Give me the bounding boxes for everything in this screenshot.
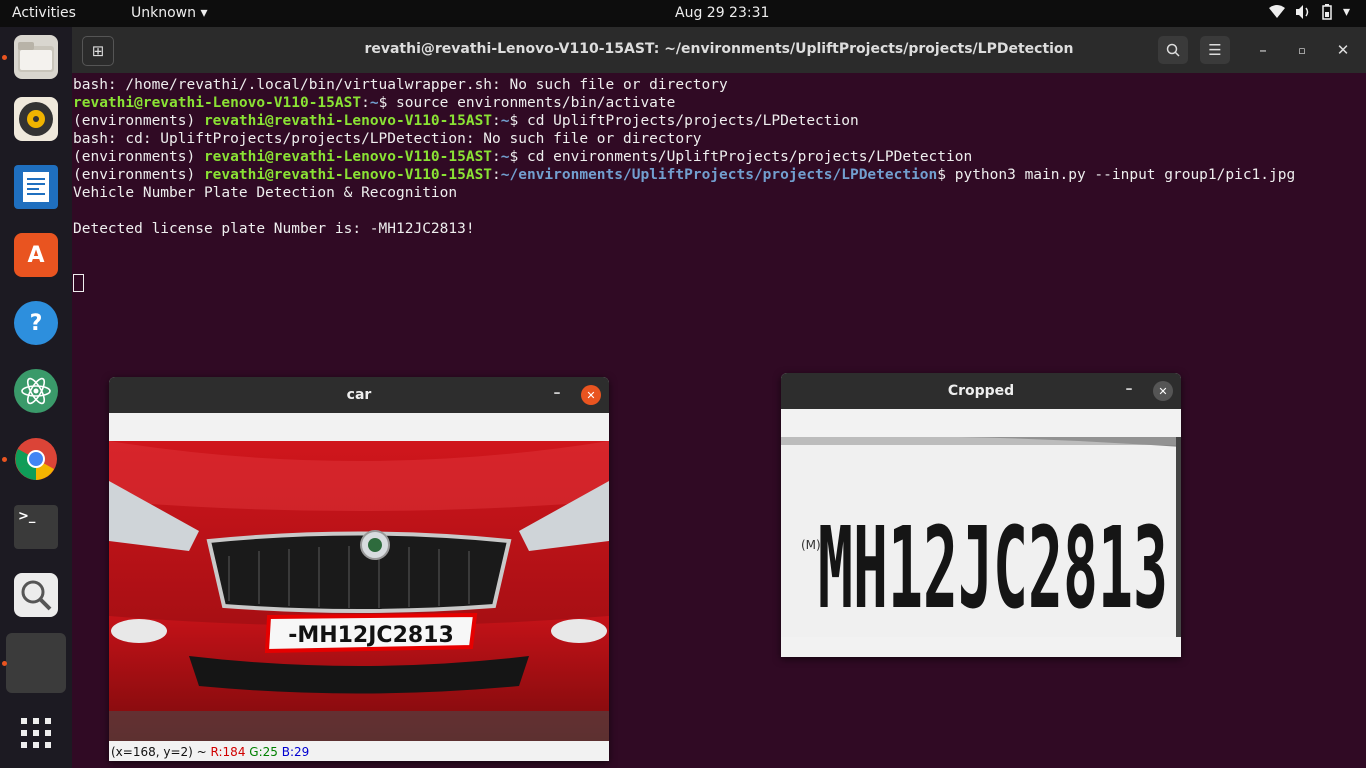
status-red: R:184	[210, 745, 246, 759]
output-line: bash: cd: UpliftProjects/projects/LPDete…	[73, 131, 702, 147]
terminal-cursor	[73, 274, 84, 292]
pixel-status-bar: (x=168, y=2) ~ R:184 G:25 B:29	[111, 745, 309, 759]
cropped-plate-image[interactable]: (M) MH12JC2813	[781, 437, 1181, 637]
menu-button[interactable]: ☰	[1200, 36, 1230, 64]
minimize-icon: –	[1259, 41, 1267, 59]
env-label: (environments)	[73, 149, 204, 165]
status-position: (x=168, y=2) ~	[111, 745, 211, 759]
minimize-button[interactable]: –	[1248, 36, 1278, 64]
app-menu[interactable]: Unknown ▾	[131, 5, 207, 21]
writer-icon	[14, 165, 58, 209]
dock-rhythmbox[interactable]	[6, 89, 66, 149]
prompt-user: revathi@revathi-Lenovo-V110-15AST	[203, 167, 493, 183]
volume-icon	[1295, 4, 1311, 24]
prompt-path: ~	[500, 149, 510, 165]
command: $ source environments/bin/activate	[378, 95, 676, 111]
activities-button[interactable]: Activities	[12, 5, 76, 21]
dock-chrome[interactable]	[2, 429, 66, 489]
magnifier-icon	[14, 573, 58, 617]
car-minimize-button[interactable]: –	[547, 385, 567, 405]
status-blue: B:29	[281, 745, 310, 759]
prompt-path: ~	[500, 113, 510, 129]
prompt-user: revathi@revathi-Lenovo-V110-15AST	[203, 113, 493, 129]
running-indicator	[2, 55, 7, 60]
terminal-header: ⊞ revathi@revathi-Lenovo-V110-15AST: ~/e…	[72, 27, 1366, 73]
prompt-path: ~/environments/UpliftProjects/projects/L…	[500, 167, 938, 183]
close-button[interactable]: ✕	[1328, 36, 1358, 64]
battery-icon	[1321, 4, 1333, 24]
chevron-down-icon: ▾	[200, 5, 208, 21]
prompt-path: ~	[369, 95, 379, 111]
status-green: G:25	[249, 745, 278, 759]
maximize-icon: ▫	[1298, 43, 1306, 57]
command: $ cd UpliftProjects/projects/LPDetection	[509, 113, 859, 129]
output-line: bash: /home/revathi/.local/bin/virtualwr…	[73, 77, 728, 93]
car-image[interactable]: -MH12JC2813	[109, 441, 609, 741]
car-window-header: car – ✕	[109, 377, 609, 413]
running-indicator	[2, 457, 7, 462]
search-icon	[1166, 43, 1180, 57]
app-menu-label: Unknown	[131, 5, 196, 21]
system-tray[interactable]: ▾	[1268, 4, 1350, 24]
dock-files[interactable]	[2, 27, 66, 87]
command: $ python3 main.py --input group1/pic1.jp…	[937, 167, 1296, 183]
minimize-icon: –	[1125, 381, 1133, 397]
minimize-icon: –	[553, 385, 561, 401]
close-icon: ✕	[1158, 384, 1168, 398]
output-line: Detected license plate Number is: -MH12J…	[73, 221, 475, 237]
dock-terminal[interactable]: >_	[6, 497, 66, 557]
cropped-window[interactable]: Cropped – ✕ (M) MH12JC2813	[781, 373, 1181, 657]
prompt-user: revathi@revathi-Lenovo-V110-15AST	[203, 149, 493, 165]
software-store-icon: A	[14, 233, 58, 277]
files-icon	[14, 35, 58, 79]
atom-icon	[14, 369, 58, 413]
help-icon: ?	[14, 301, 58, 345]
search-button[interactable]	[1158, 36, 1188, 64]
car-close-button[interactable]: ✕	[581, 385, 601, 405]
command: $ cd environments/UpliftProjects/project…	[509, 149, 973, 165]
top-bar: Activities Unknown ▾ Aug 29 23:31 ▾	[0, 0, 1366, 27]
dock-image-viewer[interactable]	[6, 565, 66, 625]
dock-help[interactable]: ?	[6, 293, 66, 353]
dock-software[interactable]: A	[6, 225, 66, 285]
rhythmbox-icon	[14, 97, 58, 141]
chrome-icon	[14, 437, 58, 481]
show-applications-button[interactable]	[6, 703, 66, 763]
car-window[interactable]: car – ✕ -MH12JC2813 (x=168, y=2) ~ R:184…	[109, 377, 609, 761]
output-line: Vehicle Number Plate Detection & Recogni…	[73, 185, 458, 201]
power-menu-icon: ▾	[1342, 4, 1350, 20]
prompt-sep: :	[492, 167, 501, 183]
running-indicator	[2, 661, 7, 666]
prompt-sep: :	[492, 113, 501, 129]
dock-atom[interactable]	[6, 361, 66, 421]
cropped-plate-text: MH12JC2813	[818, 504, 1168, 634]
cropped-window-header: Cropped – ✕	[781, 373, 1181, 409]
prompt-sep: :	[361, 95, 370, 111]
env-label: (environments)	[73, 113, 204, 129]
maximize-button[interactable]: ▫	[1287, 36, 1317, 64]
prompt-user: revathi@revathi-Lenovo-V110-15AST	[73, 95, 362, 111]
prompt-sep: :	[492, 149, 501, 165]
terminal-icon: >_	[14, 505, 58, 549]
close-icon: ✕	[1336, 41, 1350, 59]
terminal-output[interactable]: bash: /home/revathi/.local/bin/virtualwr…	[73, 76, 1295, 294]
app-icon	[14, 641, 58, 685]
cropped-minimize-button[interactable]: –	[1119, 381, 1139, 401]
car-window-title: car	[346, 387, 372, 403]
wifi-icon	[1268, 4, 1285, 24]
hamburger-icon: ☰	[1208, 41, 1222, 59]
grid-icon	[21, 718, 51, 748]
env-label: (environments)	[73, 167, 204, 183]
car-plate-text: -MH12JC2813	[288, 623, 454, 648]
dock-running-app[interactable]	[2, 633, 66, 693]
clock[interactable]: Aug 29 23:31	[675, 5, 769, 21]
dock-writer[interactable]	[6, 157, 66, 217]
close-icon: ✕	[586, 388, 596, 402]
cropped-close-button[interactable]: ✕	[1153, 381, 1173, 401]
dock: A ? >_	[0, 27, 72, 768]
